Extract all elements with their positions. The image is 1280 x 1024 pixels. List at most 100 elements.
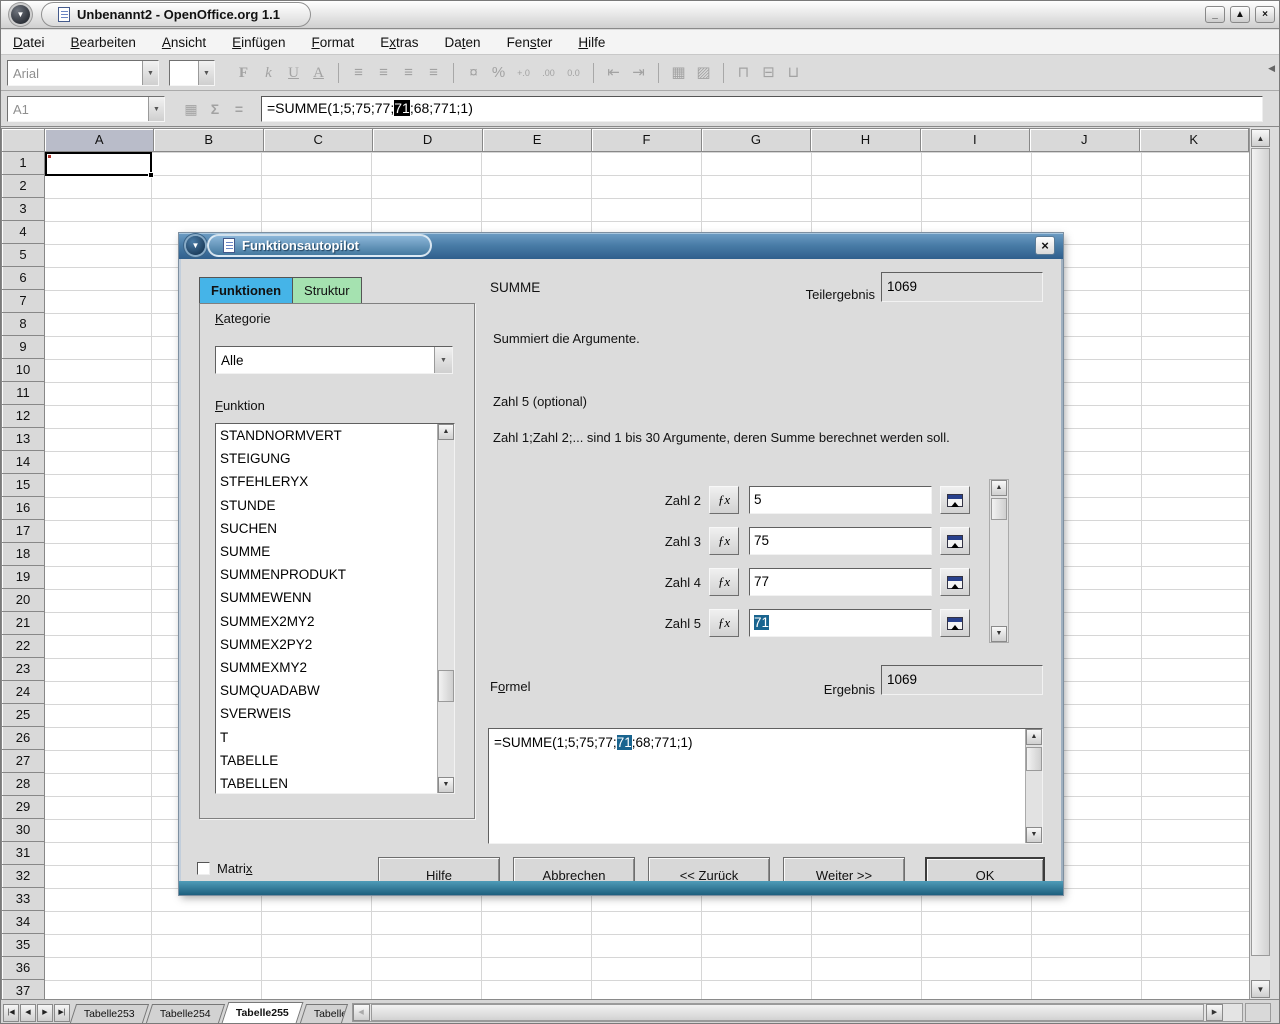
separator[interactable] <box>338 63 339 83</box>
maximize-button[interactable]: ▲ <box>1230 6 1250 23</box>
col-header-k[interactable]: K <box>1140 128 1249 152</box>
row-header[interactable]: 13 <box>1 428 45 451</box>
row-header[interactable]: 7 <box>1 290 45 313</box>
col-header-g[interactable]: G <box>702 128 811 152</box>
add-decimal-icon[interactable]: +.0 <box>511 61 536 85</box>
row-header[interactable]: 27 <box>1 750 45 773</box>
scroll-up-button[interactable]: ▲ <box>438 424 454 440</box>
currency-format-icon[interactable]: ¤ <box>461 61 486 85</box>
row-header[interactable]: 24 <box>1 681 45 704</box>
row-header[interactable]: 10 <box>1 359 45 382</box>
first-sheet-button[interactable]: |◀ <box>3 1004 19 1022</box>
row-header[interactable]: 35 <box>1 934 45 957</box>
row-header[interactable]: 6 <box>1 267 45 290</box>
sheet-tab-tabelle255[interactable]: Tabelle255 <box>221 1002 303 1023</box>
function-list-item[interactable]: STUNDE <box>216 494 437 517</box>
separator[interactable] <box>593 63 594 83</box>
function-list-item[interactable]: TABELLEN <box>216 772 437 794</box>
function-list-item[interactable]: SUMMENPRODUKT <box>216 563 437 586</box>
function-list-item[interactable]: STEIGUNG <box>216 447 437 470</box>
scroll-up-button[interactable]: ▲ <box>991 480 1007 496</box>
col-header-f[interactable]: F <box>592 128 701 152</box>
scroll-down-button[interactable]: ▼ <box>1251 980 1270 998</box>
scroll-down-button[interactable]: ▼ <box>438 777 454 793</box>
dropdown-icon[interactable]: ▼ <box>198 61 214 85</box>
function-list-item[interactable]: STFEHLERYX <box>216 470 437 493</box>
scroll-up-button[interactable]: ▲ <box>1026 729 1042 745</box>
fx-button[interactable]: ƒx <box>709 609 739 637</box>
font-color-icon[interactable]: A <box>306 61 331 85</box>
formula-input[interactable]: =SUMME(1;5;75;77;71;68;771;1) <box>261 96 1263 122</box>
dialog-close-button[interactable]: × <box>1035 236 1055 255</box>
function-list-item[interactable]: SUMMEXMY2 <box>216 656 437 679</box>
row-header[interactable]: 32 <box>1 865 45 888</box>
sheet-tab-tabelle-clipped[interactable]: Tabelle <box>299 1004 347 1023</box>
menu-bearbeiten[interactable]: Bearbeiten <box>71 35 136 50</box>
active-cell-a1[interactable] <box>45 152 152 176</box>
minimize-button[interactable]: _ <box>1205 6 1225 23</box>
close-button[interactable]: × <box>1255 6 1275 23</box>
matrix-checkbox[interactable] <box>197 862 210 875</box>
fx-button[interactable]: ƒx <box>709 568 739 596</box>
row-header[interactable]: 1 <box>1 152 45 175</box>
col-header-e[interactable]: E <box>483 128 592 152</box>
col-header-a[interactable]: A <box>45 128 154 152</box>
sheet-tab-tabelle254[interactable]: Tabelle254 <box>146 1004 225 1023</box>
function-icon[interactable]: = <box>227 101 251 117</box>
sheet-tab-tabelle253[interactable]: Tabelle253 <box>70 1004 149 1023</box>
shrink-button[interactable] <box>940 568 970 596</box>
fx-button[interactable]: ƒx <box>709 486 739 514</box>
formel-textarea[interactable]: =SUMME(1;5;75;77;71;68;771;1) ▲ ▼ <box>488 728 1043 844</box>
cell-reference-box[interactable]: A1 ▼ <box>7 96 165 122</box>
function-list-item[interactable]: STANDNORMVERT <box>216 424 437 447</box>
menu-format[interactable]: Format <box>311 35 354 50</box>
scroll-down-button[interactable]: ▼ <box>1026 827 1042 843</box>
align-justify-icon[interactable]: ≡ <box>421 61 446 85</box>
zahl-3[interactable]: 75 <box>749 527 932 555</box>
function-list-item[interactable]: SUCHEN <box>216 517 437 540</box>
italic-icon[interactable]: k <box>256 61 281 85</box>
function-list-item[interactable]: SUMME <box>216 540 437 563</box>
scroll-left-button[interactable]: ◀ <box>353 1004 370 1021</box>
dropdown-icon[interactable]: ▼ <box>434 347 452 373</box>
menu-daten[interactable]: Daten <box>445 35 481 50</box>
function-list-item[interactable]: SUMMEX2PY2 <box>216 633 437 656</box>
horizontal-scroll-thumb[interactable] <box>371 1004 1204 1021</box>
zahl-5[interactable]: 71 <box>749 609 932 637</box>
last-sheet-button[interactable]: ▶| <box>54 1004 70 1022</box>
sum-icon[interactable]: Σ <box>203 101 227 117</box>
row-header[interactable]: 33 <box>1 888 45 911</box>
row-header[interactable]: 23 <box>1 658 45 681</box>
row-header[interactable]: 18 <box>1 543 45 566</box>
menu-extras[interactable]: Extras <box>380 35 418 50</box>
list-scrollbar[interactable]: ▲ ▼ <box>437 424 454 793</box>
row-header[interactable]: 31 <box>1 842 45 865</box>
zahl-4[interactable]: 77 <box>749 568 932 596</box>
row-header[interactable]: 5 <box>1 244 45 267</box>
align-bottom-icon[interactable]: ⊔ <box>781 61 806 85</box>
col-header-j[interactable]: J <box>1030 128 1139 152</box>
font-name-combo[interactable]: Arial ▼ <box>7 60 159 86</box>
menu-fenster[interactable]: Fenster <box>507 35 553 50</box>
row-header[interactable]: 36 <box>1 957 45 980</box>
row-header[interactable]: 16 <box>1 497 45 520</box>
horizontal-scrollbar[interactable]: ◀ ▶ <box>352 1003 1243 1022</box>
dialog-menu-button[interactable]: ▼ <box>186 236 205 255</box>
borders-icon[interactable]: ▦ <box>666 61 691 85</box>
font-size-combo[interactable]: ▼ <box>169 60 215 86</box>
row-header[interactable]: 19 <box>1 566 45 589</box>
zahl-2[interactable]: 5 <box>749 486 932 514</box>
menu-hilfe[interactable]: Hilfe <box>578 35 605 50</box>
scroll-up-button[interactable]: ▲ <box>1251 129 1270 147</box>
dropdown-icon[interactable]: ▼ <box>142 61 158 85</box>
function-autopilot-icon[interactable]: ▦ <box>179 101 203 118</box>
col-header-c[interactable]: C <box>264 128 373 152</box>
row-header[interactable]: 29 <box>1 796 45 819</box>
function-listbox[interactable]: STANDNORMVERTSTEIGUNGSTFEHLERYXSTUNDESUC… <box>215 423 455 794</box>
row-header[interactable]: 25 <box>1 704 45 727</box>
separator[interactable] <box>658 63 659 83</box>
row-header[interactable]: 15 <box>1 474 45 497</box>
col-header-i[interactable]: I <box>921 128 1030 152</box>
function-list-item[interactable]: SUMQUADABW <box>216 679 437 702</box>
increase-indent-icon[interactable]: ⇥ <box>626 61 651 85</box>
